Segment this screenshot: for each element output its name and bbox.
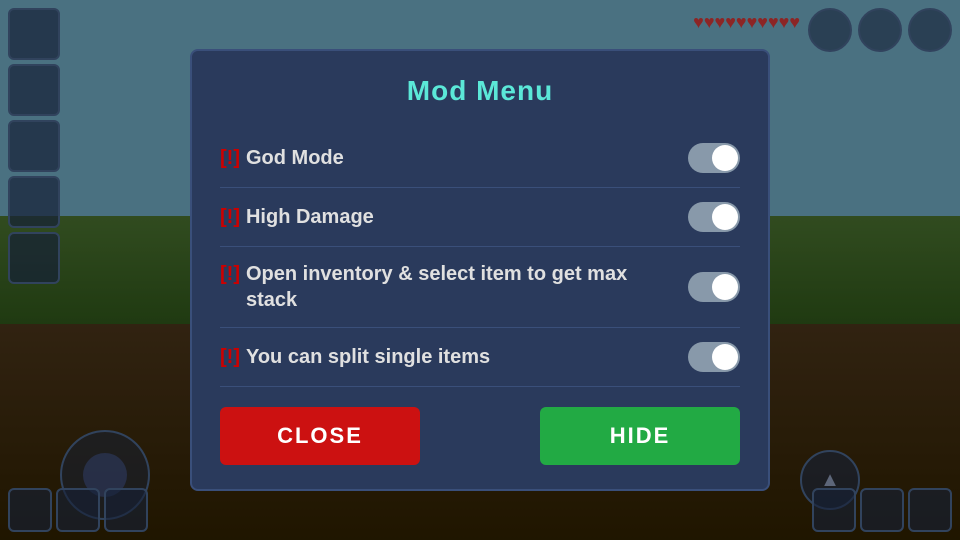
- toggle-high-damage[interactable]: [688, 202, 740, 232]
- mod-prefix-max-stack: [!]: [220, 261, 240, 287]
- mod-item-high-damage: [!] High Damage: [220, 188, 740, 247]
- mod-item-max-stack: [!] Open inventory & select item to get …: [220, 247, 740, 328]
- mod-text-split-items: You can split single items: [246, 344, 490, 370]
- mod-prefix-god-mode: [!]: [220, 145, 240, 171]
- mod-item-split-items: [!] You can split single items: [220, 328, 740, 387]
- toggle-split-items[interactable]: [688, 342, 740, 372]
- modal-buttons: CLOSE HIDE: [220, 407, 740, 465]
- mod-prefix-high-damage: [!]: [220, 204, 240, 230]
- toggle-knob-high-damage: [712, 204, 738, 230]
- mod-prefix-split-items: [!]: [220, 344, 240, 370]
- modal-title: Mod Menu: [220, 75, 740, 107]
- mod-item-god-mode: [!] God Mode: [220, 129, 740, 188]
- toggle-god-mode[interactable]: [688, 143, 740, 173]
- mod-text-god-mode: God Mode: [246, 145, 344, 171]
- mod-label-god-mode: [!] God Mode: [220, 145, 344, 171]
- mod-label-max-stack: [!] Open inventory & select item to get …: [220, 261, 650, 313]
- mod-label-high-damage: [!] High Damage: [220, 204, 374, 230]
- mod-label-split-items: [!] You can split single items: [220, 344, 490, 370]
- toggle-knob-split-items: [712, 344, 738, 370]
- close-button[interactable]: CLOSE: [220, 407, 420, 465]
- toggle-knob-god-mode: [712, 145, 738, 171]
- mod-menu-modal: Mod Menu [!] God Mode [!] High Damage [!…: [190, 49, 770, 491]
- toggle-max-stack[interactable]: [688, 272, 740, 302]
- mod-text-high-damage: High Damage: [246, 204, 374, 230]
- hide-button[interactable]: HIDE: [540, 407, 740, 465]
- mod-text-max-stack: Open inventory & select item to get max …: [246, 261, 650, 313]
- toggle-knob-max-stack: [712, 274, 738, 300]
